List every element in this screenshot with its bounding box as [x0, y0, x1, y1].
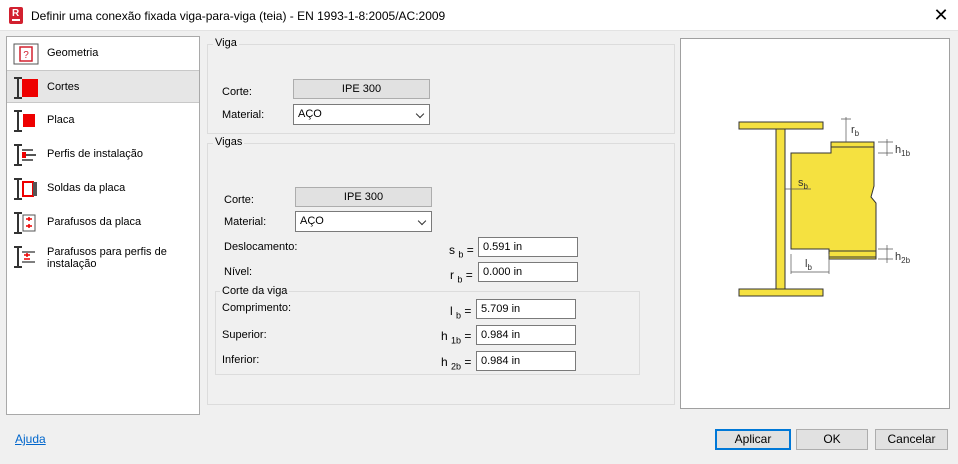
installation-profiles-icon	[14, 144, 36, 166]
superior-symbol: h 1b =	[441, 329, 472, 346]
chevron-down-icon	[417, 216, 427, 226]
connection-diagram: rb h1b sb h2b lb	[738, 117, 911, 297]
nivel-label: Nível:	[224, 266, 253, 278]
deslocamento-input[interactable]: 0.591 in	[478, 237, 578, 257]
nivel-input[interactable]: 0.000 in	[478, 262, 578, 282]
window-title: Definir uma conexão fixada viga-para-vig…	[31, 9, 446, 23]
corte-viga-group-title: Corte da viga	[220, 285, 290, 297]
cuts-icon	[14, 77, 38, 99]
comprimento-input[interactable]: 5.709 in	[476, 299, 576, 319]
apply-button[interactable]: Aplicar	[715, 429, 791, 450]
title-bar: R Definir uma conexão fixada viga-para-v…	[0, 0, 958, 31]
inferior-label: Inferior:	[222, 354, 260, 366]
chevron-down-icon	[415, 109, 425, 119]
cancel-button[interactable]: Cancelar	[875, 429, 948, 450]
nav-item-parafusos-da-placa[interactable]: Parafusos da placa	[7, 206, 199, 239]
section-nav: ? Geometria Cortes Placa Perfis de insta…	[6, 36, 200, 415]
diagram-label-rb: rb	[851, 124, 860, 138]
viga-corte-field[interactable]: IPE 300	[293, 79, 430, 99]
geometry-icon: ?	[13, 43, 39, 65]
vigas-material-select[interactable]: AÇO	[295, 211, 432, 232]
help-link[interactable]: Ajuda	[15, 432, 46, 446]
vigas-material-label: Material:	[224, 216, 267, 228]
comprimento-symbol: l b =	[450, 304, 472, 321]
plate-welds-icon	[14, 178, 37, 200]
plate-icon	[14, 110, 35, 132]
superior-input[interactable]: 0.984 in	[476, 325, 576, 345]
app-logo-icon: R	[9, 7, 23, 24]
nav-item-soldas-da-placa[interactable]: Soldas da placa	[7, 172, 199, 205]
inferior-input[interactable]: 0.984 in	[476, 351, 576, 371]
plate-bolts-icon	[14, 212, 36, 234]
vigas-group-title: Vigas	[213, 136, 245, 148]
superior-label: Superior:	[222, 329, 267, 341]
vigas-corte-field[interactable]: IPE 300	[295, 187, 432, 207]
nav-item-placa[interactable]: Placa	[7, 104, 199, 137]
close-button[interactable]: ✕	[928, 4, 954, 26]
connection-preview: rb h1b sb h2b lb	[680, 38, 950, 409]
nav-item-parafusos-para-perfis[interactable]: Parafusos para perfis de instalação	[7, 240, 199, 273]
diagram-label-lb: lb	[805, 258, 812, 272]
viga-material-label: Material:	[222, 109, 265, 121]
nav-item-perfis-de-instalacao[interactable]: Perfis de instalação	[7, 138, 199, 171]
viga-group-title: Viga	[213, 37, 239, 49]
beam-bottom-flange	[828, 250, 877, 258]
beam-top-flange	[830, 141, 875, 148]
diagram-label-h1b: h1b	[895, 144, 911, 158]
inferior-symbol: h 2b =	[441, 355, 472, 372]
viga-corte-label: Corte:	[222, 86, 252, 98]
column-top-flange	[738, 121, 824, 130]
column-bottom-flange	[738, 288, 824, 297]
deslocamento-label: Deslocamento:	[224, 241, 298, 253]
supported-beam	[790, 141, 877, 260]
diagram-label-h2b: h2b	[895, 251, 911, 265]
viga-material-select[interactable]: AÇO	[293, 104, 430, 125]
column-web	[775, 128, 786, 290]
comprimento-label: Comprimento:	[222, 302, 292, 314]
profile-bolts-icon	[14, 246, 35, 268]
svg-text:?: ?	[23, 50, 29, 61]
nav-item-cortes[interactable]: Cortes	[7, 70, 199, 103]
ok-button[interactable]: OK	[796, 429, 868, 450]
nivel-symbol: r b =	[450, 268, 473, 285]
viga-group	[207, 44, 675, 134]
vigas-corte-label: Corte:	[224, 194, 254, 206]
deslocamento-symbol: s b =	[449, 243, 474, 260]
nav-item-geometria[interactable]: ? Geometria	[7, 37, 199, 70]
